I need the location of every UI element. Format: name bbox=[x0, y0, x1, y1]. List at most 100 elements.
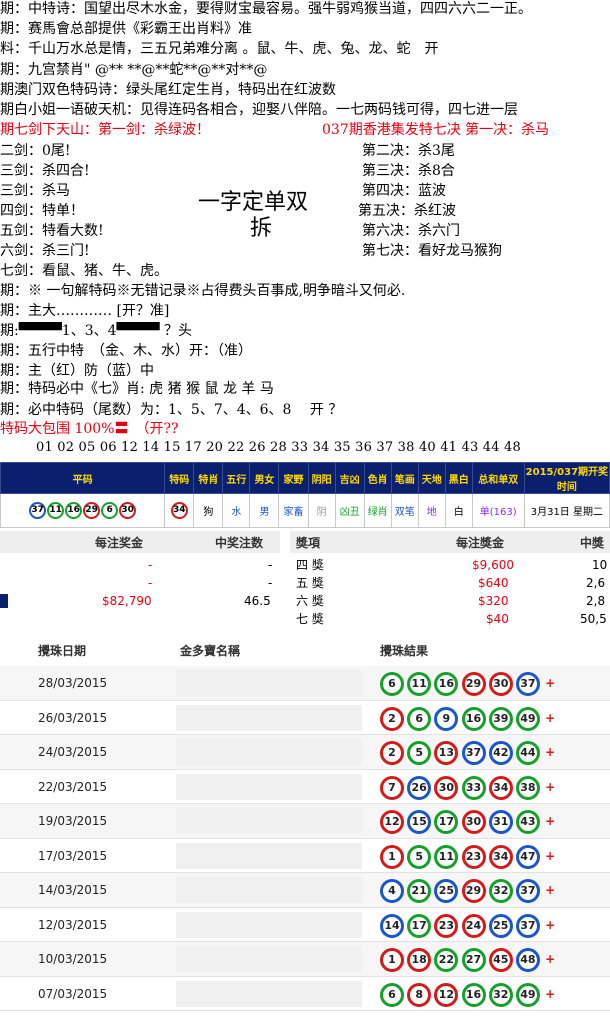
result-ball: 16 bbox=[461, 982, 486, 1007]
prize-count: 50,5 bbox=[580, 612, 607, 626]
prize-amount: $320 bbox=[478, 594, 509, 608]
poem-line: 期：赛馬會总部提供《彩霸王出肖料》准 bbox=[0, 21, 252, 37]
result-ball: 26 bbox=[407, 775, 432, 800]
draw-info-table: 平码 特码 特肖 五行 男女 家野 阴阳 吉凶 色肖 笔画 天地 黑白 总和单双… bbox=[0, 462, 610, 528]
result-ball: 8 bbox=[407, 982, 432, 1007]
result-ball: 27 bbox=[461, 948, 486, 972]
poem-line: 期：主大………… [开？准] bbox=[0, 303, 170, 319]
domestic-cell: 家畜 bbox=[278, 493, 309, 528]
result-ball: 31 bbox=[488, 810, 513, 834]
result-ball: 37 bbox=[515, 879, 540, 903]
result-ball: 16 bbox=[461, 706, 486, 731]
prize-amount-header: 每注奖金 bbox=[95, 536, 144, 550]
poem-line: 期:▀▀▀▀1、3、4▀▀▀▀ ？头 bbox=[0, 323, 193, 339]
regular-balls: 37 11 16 29 6 30 bbox=[0, 493, 166, 528]
plus-icon: + bbox=[545, 779, 556, 794]
result-balls: 1 5 11 23 34 47 + bbox=[380, 844, 556, 869]
result-ball: 6 bbox=[407, 706, 432, 731]
result-balls: 4 21 25 29 32 37 + bbox=[380, 879, 555, 903]
result-row: 07/03/2015 6 8 12 16 32 49 + bbox=[0, 977, 610, 1011]
result-pool-name bbox=[176, 773, 362, 800]
header-cell: 吉凶 bbox=[334, 462, 365, 494]
secret-line: 第六决：杀六门 bbox=[362, 223, 460, 239]
black-white-cell: 白 bbox=[444, 493, 473, 528]
plus-icon: + bbox=[545, 745, 556, 759]
special-ball: 34 bbox=[170, 502, 188, 519]
result-ball: 11 bbox=[407, 672, 432, 696]
prize-amount: - bbox=[148, 576, 153, 590]
result-row: 28/03/2015 6 11 16 29 30 37 + bbox=[0, 666, 610, 701]
result-ball: 24 bbox=[461, 913, 486, 938]
prize-count: - bbox=[268, 576, 273, 590]
prize-count-header: 中獎 bbox=[580, 536, 605, 550]
header-cell: 2015/037期开奖时间 bbox=[523, 462, 610, 494]
sword-line: 四剑：特单！ bbox=[0, 203, 84, 219]
plus-icon: + bbox=[545, 986, 556, 1001]
result-ball: 6 bbox=[380, 982, 404, 1007]
regular-ball: 37 bbox=[29, 502, 47, 519]
result-ball: 42 bbox=[488, 741, 513, 765]
poem-line: 期：九宫禁肖" @** **@**蛇**@**对**@ bbox=[0, 62, 268, 78]
seven-swords-title: 期七剑下天山：第一剑：杀绿波！ bbox=[0, 122, 210, 138]
result-ball: 45 bbox=[488, 948, 513, 972]
result-ball: 49 bbox=[515, 706, 540, 731]
header-cell: 天地 bbox=[417, 462, 446, 494]
regular-ball: 29 bbox=[83, 502, 101, 519]
prize-count: - bbox=[268, 558, 273, 572]
yinyang-cell: 阴 bbox=[307, 493, 336, 528]
result-ball: 30 bbox=[434, 775, 459, 800]
result-pool-name bbox=[176, 946, 362, 972]
regular-ball: 11 bbox=[47, 502, 65, 519]
prize-count: 10 bbox=[592, 558, 608, 572]
result-ball: 33 bbox=[461, 775, 486, 800]
result-ball: 30 bbox=[461, 810, 486, 834]
result-balls: 7 26 30 33 34 38 + bbox=[380, 775, 556, 800]
result-ball: 34 bbox=[488, 844, 513, 869]
sword-line: 六剑：杀三门! bbox=[0, 243, 90, 259]
result-pool-name bbox=[176, 842, 362, 869]
result-ball: 14 bbox=[380, 913, 404, 938]
result-date: 28/03/2015 bbox=[38, 676, 108, 690]
poem-line: 期：主（红）防（蓝）中 bbox=[0, 363, 154, 379]
result-date: 19/03/2015 bbox=[38, 814, 108, 828]
result-balls: 14 17 23 24 25 37 + bbox=[380, 913, 555, 938]
result-row: 12/03/2015 14 17 23 24 25 37 + bbox=[0, 908, 610, 942]
result-date: 10/03/2015 bbox=[38, 952, 108, 966]
result-ball: 32 bbox=[488, 879, 513, 903]
plus-icon: + bbox=[545, 848, 556, 863]
result-date: 07/03/2015 bbox=[38, 986, 108, 1001]
fortune-cell: 凶丑 bbox=[334, 493, 365, 528]
prize-right-header-bg bbox=[290, 531, 610, 553]
prize-tier-header: 獎項 bbox=[296, 536, 321, 550]
result-pool-name bbox=[176, 739, 362, 765]
result-ball: 29 bbox=[461, 672, 486, 696]
poem-line: 期：必中特码（尾数）为：1、5、7、4、6、8 开 ？ bbox=[0, 402, 343, 418]
result-balls: 12 15 17 30 31 43 + bbox=[380, 810, 555, 834]
header-cell: 特码 bbox=[164, 462, 195, 494]
result-ball: 2 bbox=[380, 706, 404, 731]
gender-cell: 男 bbox=[249, 493, 280, 528]
result-pool-name bbox=[176, 980, 362, 1007]
result-ball: 13 bbox=[434, 741, 459, 765]
prize-amount: - bbox=[148, 558, 153, 572]
sum-parity-cell: 单(163) bbox=[471, 493, 525, 528]
result-ball: 5 bbox=[407, 741, 432, 765]
result-ball: 18 bbox=[407, 948, 432, 972]
result-row: 10/03/2015 1 18 22 27 45 48 + bbox=[0, 942, 610, 977]
special-ball-cell: 34 bbox=[164, 493, 195, 528]
result-row: 26/03/2015 2 6 9 16 39 49 + bbox=[0, 701, 610, 735]
poem-line: 期：※ 一句解特码※无错记录※占得费头百事成,明争暗斗又何必. bbox=[0, 283, 406, 299]
secret-line: 第七决：看好龙马猴狗 bbox=[362, 243, 502, 259]
color-zodiac-cell: 绿肖 bbox=[363, 493, 392, 528]
header-cell: 家野 bbox=[278, 462, 309, 494]
result-ball: 32 bbox=[488, 982, 513, 1007]
element-cell: 水 bbox=[222, 493, 251, 528]
result-ball: 17 bbox=[407, 913, 432, 938]
header-cell: 平码 bbox=[0, 462, 166, 494]
header-cell: 五行 bbox=[222, 462, 251, 494]
plus-icon: + bbox=[545, 710, 556, 725]
poem-line: 期：中特诗：国望出尽木水金，要得财宝最容易。强牛弱鸡猴当道，四四六六二一正。 bbox=[0, 1, 532, 17]
result-ball: 11 bbox=[434, 844, 459, 869]
result-ball: 5 bbox=[407, 844, 432, 869]
result-ball: 21 bbox=[407, 879, 432, 903]
